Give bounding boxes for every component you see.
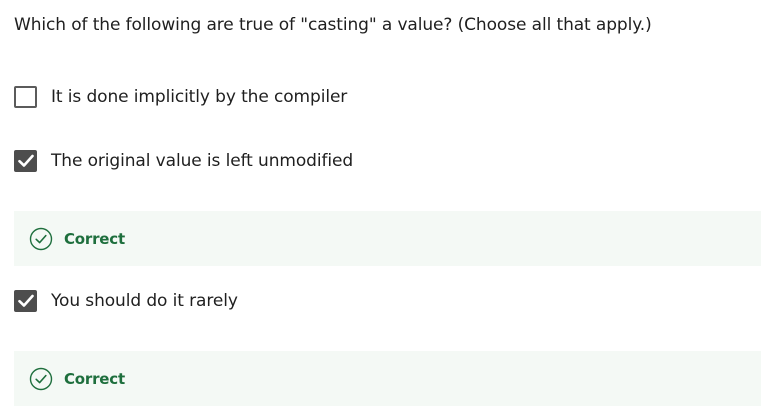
- feedback-correct: Correct: [14, 211, 761, 266]
- option-original-unmodified[interactable]: The original value is left unmodified: [14, 148, 353, 174]
- question-text: Which of the following are true of "cast…: [14, 15, 652, 35]
- option-do-rarely[interactable]: You should do it rarely: [14, 288, 238, 314]
- feedback-label: Correct: [64, 369, 125, 388]
- checkmark-icon: [17, 294, 34, 307]
- checkbox-unchecked[interactable]: [14, 86, 37, 108]
- feedback-label: Correct: [64, 229, 125, 248]
- check-circle-icon: [29, 227, 53, 250]
- option-label: You should do it rarely: [51, 291, 238, 311]
- check-circle-icon: [29, 367, 53, 390]
- option-compiler-implicit[interactable]: It is done implicitly by the compiler: [14, 84, 347, 110]
- feedback-correct: Correct: [14, 351, 761, 406]
- checkbox-checked[interactable]: [14, 290, 37, 312]
- checkbox-checked[interactable]: [14, 150, 37, 172]
- option-label: It is done implicitly by the compiler: [51, 87, 348, 107]
- option-label: The original value is left unmodified: [51, 151, 354, 171]
- checkmark-icon: [17, 154, 34, 167]
